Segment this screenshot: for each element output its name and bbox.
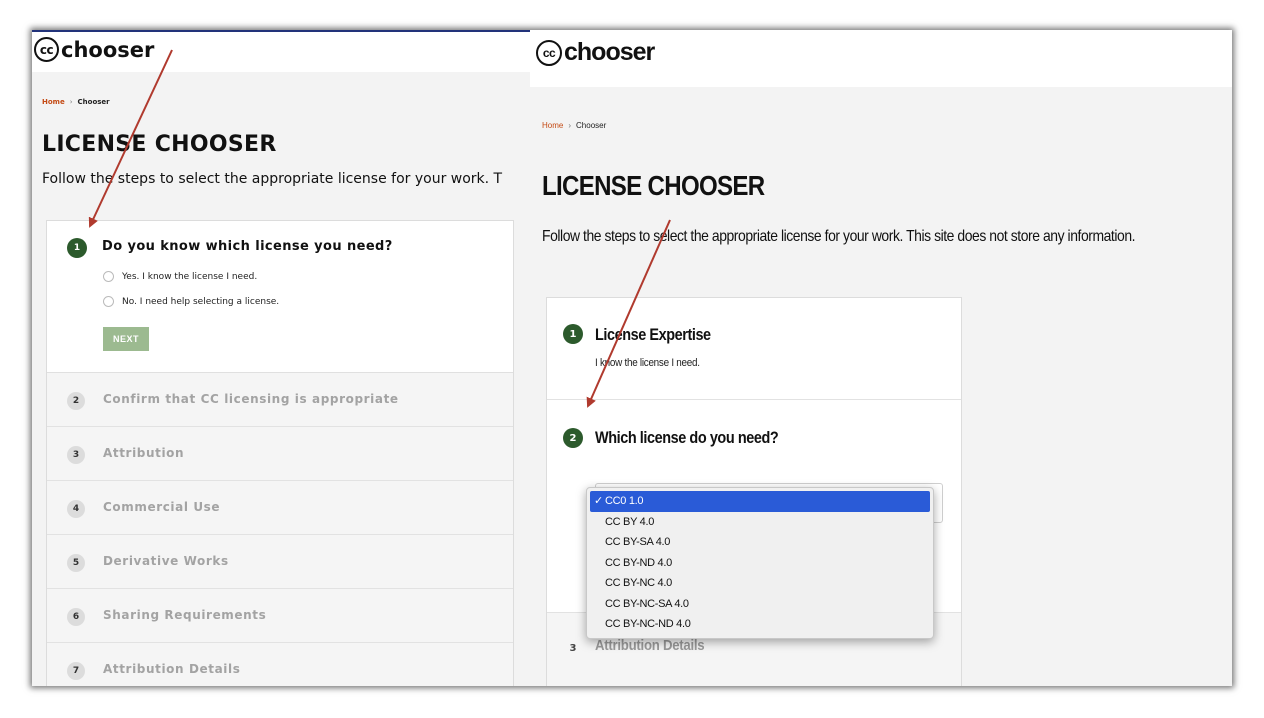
radio-label: Yes. I know the license I need. <box>122 271 258 282</box>
radio-label: No. I need help selecting a license. <box>122 296 280 307</box>
step-label: Sharing Requirements <box>103 608 267 622</box>
step-5[interactable]: 5 Derivative Works <box>47 535 513 589</box>
breadcrumb-separator-icon: › <box>568 121 572 130</box>
step-1-completed[interactable]: 1 License Expertise I know the license I… <box>547 298 961 400</box>
license-dropdown-menu[interactable]: ✓ CC0 1.0 CC BY 4.0 CC BY-SA 4.0 CC BY-N… <box>586 487 934 639</box>
step-7[interactable]: 7 Attribution Details <box>47 643 513 686</box>
breadcrumb-home-link[interactable]: Home <box>42 98 65 106</box>
breadcrumb: Home › Chooser <box>42 98 110 106</box>
step-number-badge: 7 <box>67 662 85 680</box>
step-title: License Expertise <box>595 325 711 344</box>
step-6[interactable]: 6 Sharing Requirements <box>47 589 513 643</box>
step-number-badge: 1 <box>563 324 583 344</box>
cc-logo-icon: cc <box>536 39 562 66</box>
step-label: Attribution Details <box>595 637 705 654</box>
stepper: 1 Do you know which license you need? Ye… <box>46 220 514 686</box>
left-panel: cc chooser Home › Chooser LICENSE CHOOSER … <box>32 30 530 686</box>
breadcrumb-current: Chooser <box>77 98 110 106</box>
step-label: Commercial Use <box>103 500 221 514</box>
dropdown-option[interactable]: CC BY-ND 4.0 <box>587 553 933 574</box>
next-button[interactable]: NEXT <box>103 327 149 351</box>
cc-logo-icon: cc <box>34 37 59 62</box>
right-panel: cc chooser Home › Chooser LICENSE CHOOSER … <box>530 30 1232 686</box>
option-label: CC0 1.0 <box>605 495 644 507</box>
left-logo[interactable]: cc chooser <box>34 37 154 62</box>
radio-button[interactable] <box>103 271 114 282</box>
step-number-badge: 6 <box>67 608 85 626</box>
step-number-badge: 5 <box>67 554 85 572</box>
dropdown-option[interactable]: CC BY-NC 4.0 <box>587 573 933 594</box>
page-subtitle: Follow the steps to select the appropria… <box>542 228 1136 245</box>
page-title: LICENSE CHOOSER <box>542 170 765 201</box>
screenshot-frame: cc chooser Home › Chooser LICENSE CHOOSER … <box>32 30 1232 686</box>
step-label: Derivative Works <box>103 554 229 568</box>
step-3[interactable]: 3 Attribution <box>47 427 513 481</box>
breadcrumb-current: Chooser <box>576 121 607 130</box>
step-number-badge: 2 <box>563 428 583 448</box>
logo-text: chooser <box>61 37 155 62</box>
left-header: cc chooser <box>32 32 530 72</box>
step-number-badge: 1 <box>67 238 87 258</box>
step-1-active: 1 Do you know which license you need? Ye… <box>47 221 513 373</box>
radio-option-no[interactable]: No. I need help selecting a license. <box>103 296 279 307</box>
step-label: Attribution Details <box>103 662 241 676</box>
step-label: Attribution <box>103 446 185 460</box>
page-title: LICENSE CHOOSER <box>42 132 277 157</box>
dropdown-option[interactable]: CC BY 4.0 <box>587 512 933 533</box>
step-2[interactable]: 2 Confirm that CC licensing is appropria… <box>47 373 513 427</box>
breadcrumb-separator-icon: › <box>69 98 73 106</box>
breadcrumb-home-link[interactable]: Home <box>542 121 563 130</box>
breadcrumb: Home › Chooser <box>542 121 606 130</box>
step-4[interactable]: 4 Commercial Use <box>47 481 513 535</box>
dropdown-option[interactable]: CC BY-SA 4.0 <box>587 532 933 553</box>
step-question: Do you know which license you need? <box>102 239 393 254</box>
right-header: cc chooser <box>530 30 1232 87</box>
dropdown-option[interactable]: CC BY-NC-SA 4.0 <box>587 594 933 615</box>
step-number-badge: 2 <box>67 392 85 410</box>
step-label: Confirm that CC licensing is appropriate <box>103 392 399 406</box>
checkmark-icon: ✓ <box>594 495 603 507</box>
radio-button[interactable] <box>103 296 114 307</box>
step-answer: I know the license I need. <box>595 357 700 369</box>
step-number-badge: 3 <box>569 642 577 654</box>
dropdown-option[interactable]: CC BY-NC-ND 4.0 <box>587 614 933 635</box>
step-number-badge: 3 <box>67 446 85 464</box>
right-logo[interactable]: cc chooser <box>536 38 655 67</box>
step-title: Which license do you need? <box>595 428 779 447</box>
dropdown-option-cc0[interactable]: ✓ CC0 1.0 <box>590 491 930 512</box>
step-number-badge: 4 <box>67 500 85 518</box>
radio-option-yes[interactable]: Yes. I know the license I need. <box>103 271 257 282</box>
page-subtitle: Follow the steps to select the appropria… <box>42 171 503 187</box>
logo-text: chooser <box>564 38 655 66</box>
